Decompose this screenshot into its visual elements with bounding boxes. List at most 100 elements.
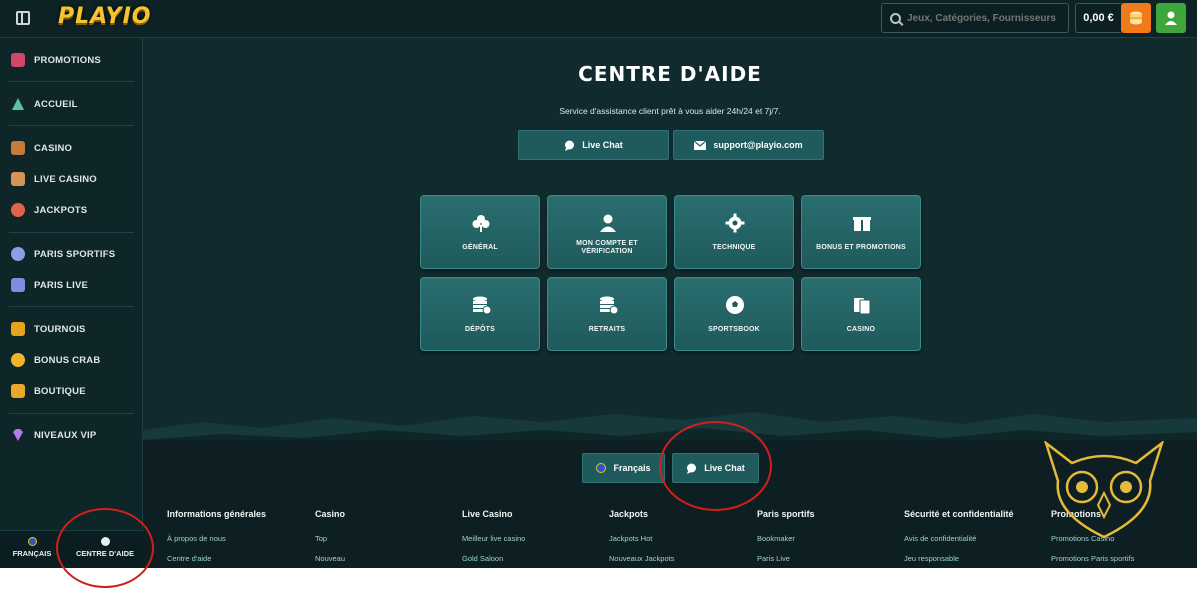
sidebar-item-bonus-crab[interactable]: BONUS CRAB bbox=[0, 349, 143, 371]
footer-live-chat-label: Live Chat bbox=[704, 463, 745, 473]
category-bonus-promotions[interactable]: BONUS ET PROMOTIONS bbox=[801, 195, 921, 269]
diamond-icon bbox=[13, 429, 23, 441]
category-account-verification[interactable]: MON COMPTE ET VÉRIFICATION bbox=[547, 195, 667, 269]
sidebar-item-label: TOURNOIS bbox=[34, 323, 86, 335]
deposit-button[interactable] bbox=[1121, 3, 1151, 33]
sidebar-item-niveaux-vip[interactable]: NIVEAUX VIP bbox=[0, 424, 143, 446]
category-label: BONUS ET PROMOTIONS bbox=[816, 244, 906, 251]
category-deposits[interactable]: DÉPÔTS bbox=[420, 277, 540, 351]
footer-link[interactable]: Jackpots Hot bbox=[609, 534, 674, 543]
search-box[interactable] bbox=[881, 3, 1069, 33]
footer-live-chat-button[interactable]: Live Chat bbox=[672, 453, 759, 483]
trophy-icon bbox=[11, 322, 25, 336]
clover-icon bbox=[11, 203, 25, 217]
footer-link[interactable]: Nouveau bbox=[315, 554, 345, 563]
page-subtitle: Service d'assistance client prêt à vous … bbox=[559, 106, 781, 116]
gift-icon bbox=[852, 213, 872, 233]
search-icon bbox=[890, 12, 901, 24]
email-support-button[interactable]: support@playio.com bbox=[673, 130, 824, 160]
sidebar-item-label: LIVE CASINO bbox=[34, 173, 97, 185]
sidebar-item-label: PARIS LIVE bbox=[34, 279, 89, 291]
category-sportsbook[interactable]: SPORTSBOOK bbox=[674, 277, 794, 351]
help-center-label: CENTRE D'AIDE bbox=[75, 549, 135, 558]
footer-link[interactable]: Meilleur live casino bbox=[462, 534, 525, 543]
footer-link[interactable]: Top bbox=[315, 534, 345, 543]
footer-column-title: Sécurité et confidentialité bbox=[904, 509, 1014, 519]
footer-link[interactable]: Paris Live bbox=[757, 554, 815, 563]
footer-column-casino: Casino Top Nouveau bbox=[315, 509, 345, 563]
sidebar-item-paris-live[interactable]: PARIS LIVE bbox=[0, 274, 143, 296]
category-casino[interactable]: CASINO bbox=[801, 277, 921, 351]
sidebar: PROMOTIONS ACCUEIL CASINO LIVE CASINO JA… bbox=[0, 38, 143, 568]
footer-link[interactable]: Gold Saloon bbox=[462, 554, 525, 563]
top-bar: PLAYIO 0,00 € bbox=[0, 0, 1197, 38]
sidebar-item-label: ACCUEIL bbox=[34, 98, 78, 110]
divider bbox=[9, 81, 134, 82]
category-withdrawals[interactable]: RETRAITS bbox=[547, 277, 667, 351]
footer-link[interactable]: Nouveaux Jackpots bbox=[609, 554, 674, 563]
sidebar-item-label: BOUTIQUE bbox=[34, 385, 86, 397]
divider bbox=[9, 306, 134, 307]
footer-link[interactable]: À propos de nous bbox=[167, 534, 266, 543]
footer-column-security: Sécurité et confidentialité Avis de conf… bbox=[904, 509, 1014, 563]
soccer-ball-icon bbox=[11, 247, 25, 261]
soccer-ball-icon bbox=[725, 295, 745, 315]
page-title: CENTRE D'AIDE bbox=[578, 62, 762, 86]
sidebar-item-label: CASINO bbox=[34, 142, 73, 154]
sidebar-item-casino[interactable]: CASINO bbox=[0, 137, 143, 159]
footer-column-title: Informations générales bbox=[167, 509, 267, 519]
search-input[interactable] bbox=[907, 12, 1057, 24]
category-technical[interactable]: TECHNIQUE bbox=[674, 195, 794, 269]
logo[interactable]: PLAYIO bbox=[58, 4, 151, 29]
divider bbox=[9, 125, 134, 126]
live-chat-button[interactable]: Live Chat bbox=[518, 130, 669, 160]
coins-icon bbox=[1130, 11, 1142, 25]
sidebar-item-paris-sportifs[interactable]: PARIS SPORTIFS bbox=[0, 243, 143, 265]
category-general[interactable]: GÉNÉRAL bbox=[420, 195, 540, 269]
balance-display[interactable]: 0,00 € bbox=[1075, 3, 1121, 33]
footer-link[interactable]: Promotions Paris sportifs bbox=[1051, 554, 1134, 563]
help-center-link[interactable]: CENTRE D'AIDE bbox=[66, 537, 144, 558]
sidebar-item-boutique[interactable]: BOUTIQUE bbox=[0, 380, 143, 402]
language-selector[interactable]: FRANÇAIS bbox=[4, 537, 60, 558]
shopping-bag-icon bbox=[11, 384, 25, 398]
footer-column-jackpots: Jackpots Jackpots Hot Nouveaux Jackpots bbox=[609, 509, 674, 563]
sidebar-item-live-casino[interactable]: LIVE CASINO bbox=[0, 168, 143, 190]
footer-column-live-casino: Live Casino Meilleur live casino Gold Sa… bbox=[462, 509, 525, 563]
help-center-page: PLAYIO 0,00 € PROMOTIONS ACCUEIL CASINO bbox=[0, 0, 1197, 568]
sidebar-item-accueil[interactable]: ACCUEIL bbox=[0, 93, 143, 115]
footer-language-button[interactable]: Français bbox=[582, 453, 665, 483]
footer-column-title: Live Casino bbox=[462, 509, 513, 519]
eu-flag-icon bbox=[596, 463, 607, 473]
home-icon bbox=[12, 98, 24, 110]
footer-link[interactable]: Avis de confidentialité bbox=[904, 534, 1014, 543]
user-icon bbox=[1165, 11, 1177, 25]
footer-link[interactable]: Bookmaker bbox=[757, 534, 815, 543]
footer-link[interactable]: Centre d'aide bbox=[167, 554, 266, 563]
sidebar-item-label: PROMOTIONS bbox=[34, 54, 101, 66]
footer-column-title: Paris sportifs bbox=[757, 509, 815, 519]
sidebar-item-promotions[interactable]: PROMOTIONS bbox=[0, 49, 143, 71]
owl-watermark-icon bbox=[1044, 441, 1164, 539]
sidebar-footer: FRANÇAIS CENTRE D'AIDE bbox=[0, 530, 143, 568]
coins-minus-icon bbox=[598, 295, 618, 315]
mail-icon bbox=[694, 140, 707, 150]
gift-icon bbox=[11, 53, 25, 67]
help-icon bbox=[100, 537, 110, 546]
sidebar-item-label: JACKPOTS bbox=[34, 204, 88, 216]
chat-bubble-icon bbox=[565, 140, 575, 151]
treasure-chest-icon bbox=[11, 141, 25, 155]
live-chat-label: Live Chat bbox=[582, 140, 623, 150]
sidebar-item-jackpots[interactable]: JACKPOTS bbox=[0, 199, 143, 221]
category-label: MON COMPTE ET VÉRIFICATION bbox=[576, 240, 638, 255]
category-label: RETRAITS bbox=[588, 326, 626, 333]
coins-plus-icon bbox=[471, 295, 491, 315]
profile-button[interactable] bbox=[1156, 3, 1186, 33]
sidebar-item-label: PARIS SPORTIFS bbox=[34, 248, 116, 260]
footer-column-title: Casino bbox=[315, 509, 346, 519]
footer-link[interactable]: Jeu responsable bbox=[904, 554, 1014, 563]
sidebar-item-tournois[interactable]: TOURNOIS bbox=[0, 318, 143, 340]
email-label: support@playio.com bbox=[713, 140, 803, 150]
sidebar-toggle-icon[interactable] bbox=[16, 11, 30, 25]
eu-flag-icon bbox=[27, 537, 37, 546]
